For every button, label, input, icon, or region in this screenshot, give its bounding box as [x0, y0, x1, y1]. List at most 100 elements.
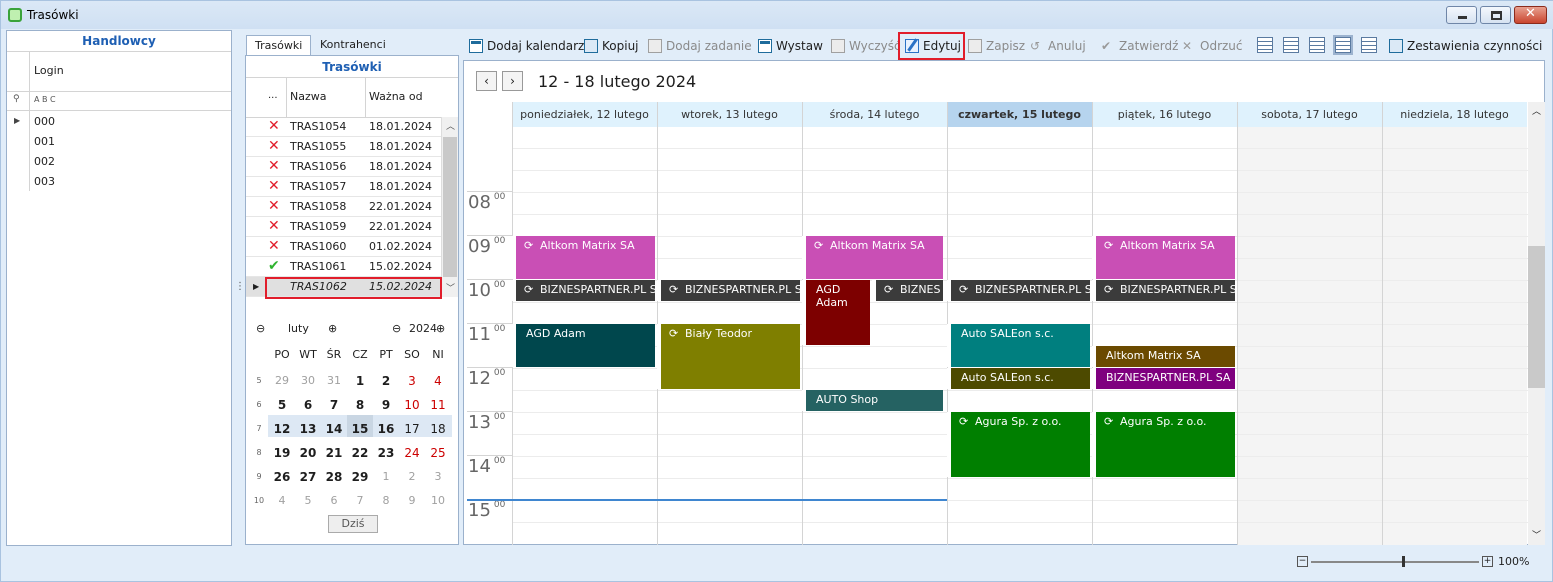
view-week-icon[interactable]: [1309, 37, 1325, 53]
calendar-day[interactable]: 10: [400, 398, 424, 412]
column-header-date[interactable]: Ważna od: [369, 90, 423, 103]
list-item[interactable]: 002: [34, 155, 55, 168]
calendar-day[interactable]: 8: [374, 494, 398, 507]
appointment[interactable]: AGD Adam: [802, 280, 870, 345]
view-workweek-icon[interactable]: [1283, 37, 1299, 53]
calendar-day[interactable]: 2: [374, 374, 398, 388]
approve-button[interactable]: ✔ Zatwierdź: [1101, 35, 1178, 57]
calendar-day[interactable]: 26: [270, 470, 294, 484]
calendar-day[interactable]: 11: [426, 398, 450, 412]
calendar-day[interactable]: 5: [296, 494, 320, 507]
login-column-header[interactable]: Login: [34, 64, 64, 77]
calendar-day[interactable]: 3: [400, 374, 424, 388]
calendar-day[interactable]: 4: [270, 494, 294, 507]
table-row[interactable]: ✕ TRAS1057 18.01.2024: [246, 177, 441, 197]
appointment[interactable]: ⟳ BIZNESPARTNER.PL S: [657, 280, 800, 301]
calendar-day[interactable]: 10: [426, 494, 450, 507]
appointment[interactable]: ⟳ BIZNES: [872, 280, 943, 301]
cancel-button[interactable]: ↺ Anuluj: [1030, 35, 1086, 57]
filter-row-input[interactable]: A B C: [34, 95, 56, 104]
calendar-day[interactable]: 7: [322, 398, 346, 412]
table-row[interactable]: ✕ TRAS1056 18.01.2024: [246, 157, 441, 177]
calendar-day[interactable]: 4: [426, 374, 450, 388]
appointment[interactable]: ⟳ BIZNESPARTNER.PL S: [947, 280, 1090, 301]
calendar-day[interactable]: 12: [270, 422, 294, 436]
today-button[interactable]: Dziś: [328, 515, 378, 533]
calendar-day[interactable]: 9: [400, 494, 424, 507]
day-column-header[interactable]: wtorek, 13 lutego: [657, 102, 802, 127]
zoom-out-button[interactable]: −: [1297, 556, 1308, 567]
calendar-day[interactable]: 13: [296, 422, 320, 436]
appointment[interactable]: ⟳ Altkom Matrix SA: [802, 236, 943, 279]
day-column-header[interactable]: piątek, 16 lutego: [1092, 102, 1237, 127]
day-column-header[interactable]: środa, 14 lutego: [802, 102, 947, 127]
next-week-button[interactable]: ›: [502, 71, 523, 91]
scroll-up-icon[interactable]: ︿: [446, 119, 455, 132]
appointment[interactable]: ⟳ Agura Sp. z o.o.: [947, 412, 1090, 477]
filter-icon[interactable]: ⚲: [13, 94, 20, 104]
calendar-day[interactable]: 29: [348, 470, 372, 484]
list-item[interactable]: 003: [34, 175, 55, 188]
tab-kontrahenci[interactable]: Kontrahenci: [312, 35, 394, 55]
table-row[interactable]: ✔ TRAS1061 15.02.2024: [246, 257, 441, 277]
appointment[interactable]: AUTO Shop: [802, 390, 943, 411]
add-task-button[interactable]: Dodaj zadanie: [648, 35, 752, 57]
calendar-day[interactable]: 15: [348, 422, 372, 436]
prev-year-icon[interactable]: ⊖: [392, 322, 401, 335]
calendar-day[interactable]: 29: [270, 374, 294, 387]
appointment[interactable]: Altkom Matrix SA: [1092, 346, 1235, 367]
appointment[interactable]: ⟳ Altkom Matrix SA: [512, 236, 655, 279]
tab-trasowki[interactable]: Trasówki: [246, 35, 312, 55]
calendar-day[interactable]: 18: [426, 422, 450, 436]
save-button[interactable]: Zapisz: [968, 35, 1025, 57]
view-month-icon[interactable]: [1361, 37, 1377, 53]
column-header-more[interactable]: ...: [268, 90, 278, 101]
calendar-day[interactable]: 3: [426, 470, 450, 483]
calendar-day[interactable]: 19: [270, 446, 294, 460]
table-row[interactable]: ✕ TRAS1059 22.01.2024: [246, 217, 441, 237]
prev-week-button[interactable]: ‹: [476, 71, 497, 91]
view-day-icon[interactable]: [1257, 37, 1273, 53]
calendar-day[interactable]: 1: [374, 470, 398, 483]
appointment[interactable]: ⟳ BIZNESPARTNER.PL S: [512, 280, 655, 301]
calendar-day[interactable]: 6: [296, 398, 320, 412]
zoom-slider[interactable]: [1311, 561, 1479, 563]
clear-button[interactable]: Wyczyść: [831, 35, 901, 57]
table-row[interactable]: ✕ TRAS1060 01.02.2024: [246, 237, 441, 257]
maximize-button[interactable]: [1480, 6, 1511, 24]
day-column-header[interactable]: niedziela, 18 lutego: [1382, 102, 1527, 127]
issue-button[interactable]: Wystaw: [758, 35, 823, 57]
appointment[interactable]: AGD Adam: [512, 324, 655, 367]
routes-scrollbar[interactable]: ︿ ﹀: [441, 117, 458, 297]
prev-month-icon[interactable]: ⊖: [256, 322, 265, 335]
appointment[interactable]: Auto SALEon s.c.: [947, 368, 1090, 389]
next-month-icon[interactable]: ⊕: [328, 322, 337, 335]
calendar-day[interactable]: 6: [322, 494, 346, 507]
scroll-up-icon[interactable]: ︿: [1532, 104, 1541, 117]
summary-button[interactable]: Zestawienia czynności: [1389, 35, 1542, 57]
calendar-day[interactable]: 17: [400, 422, 424, 436]
zoom-in-button[interactable]: +: [1482, 556, 1493, 567]
view-fullweek-icon[interactable]: [1333, 35, 1353, 55]
day-column-header[interactable]: czwartek, 15 lutego: [947, 102, 1092, 127]
calendar-day[interactable]: 14: [322, 422, 346, 436]
column-header-name[interactable]: Nazwa: [290, 90, 326, 103]
calendar-day[interactable]: 27: [296, 470, 320, 484]
day-column-header[interactable]: poniedziałek, 12 lutego: [512, 102, 657, 127]
calendar-day[interactable]: 31: [322, 374, 346, 387]
calendar-day[interactable]: 7: [348, 494, 372, 507]
appointment[interactable]: Auto SALEon s.c.: [947, 324, 1090, 367]
calendar-day[interactable]: 2: [400, 470, 424, 483]
calendar-day[interactable]: 9: [374, 398, 398, 412]
appointment[interactable]: BIZNESPARTNER.PL SA: [1092, 368, 1235, 389]
day-column-header[interactable]: sobota, 17 lutego: [1237, 102, 1382, 127]
calendar-day[interactable]: 25: [426, 446, 450, 460]
calendar-day[interactable]: 28: [322, 470, 346, 484]
calendar-day[interactable]: 1: [348, 374, 372, 388]
calendar-day[interactable]: 5: [270, 398, 294, 412]
next-year-icon[interactable]: ⊕: [436, 322, 445, 335]
splitter-handle[interactable]: ⋮: [235, 281, 245, 292]
calendar-day[interactable]: 30: [296, 374, 320, 387]
appointment[interactable]: ⟳ Agura Sp. z o.o.: [1092, 412, 1235, 477]
table-row[interactable]: ✕ TRAS1055 18.01.2024: [246, 137, 441, 157]
